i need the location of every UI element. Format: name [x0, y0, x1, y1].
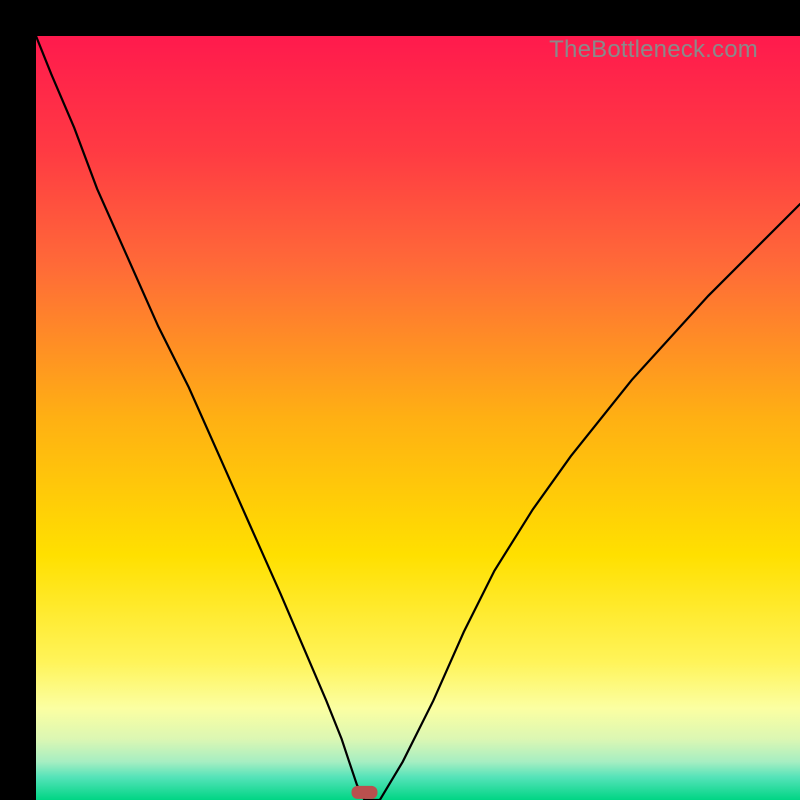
watermark-text: TheBottleneck.com [549, 36, 758, 64]
optimal-marker [352, 786, 378, 799]
gradient-background [36, 36, 800, 800]
chart-frame: TheBottleneck.com [0, 0, 800, 800]
plot-area [36, 36, 800, 800]
plot-svg [36, 36, 800, 800]
chart-container: TheBottleneck.com [0, 0, 800, 800]
